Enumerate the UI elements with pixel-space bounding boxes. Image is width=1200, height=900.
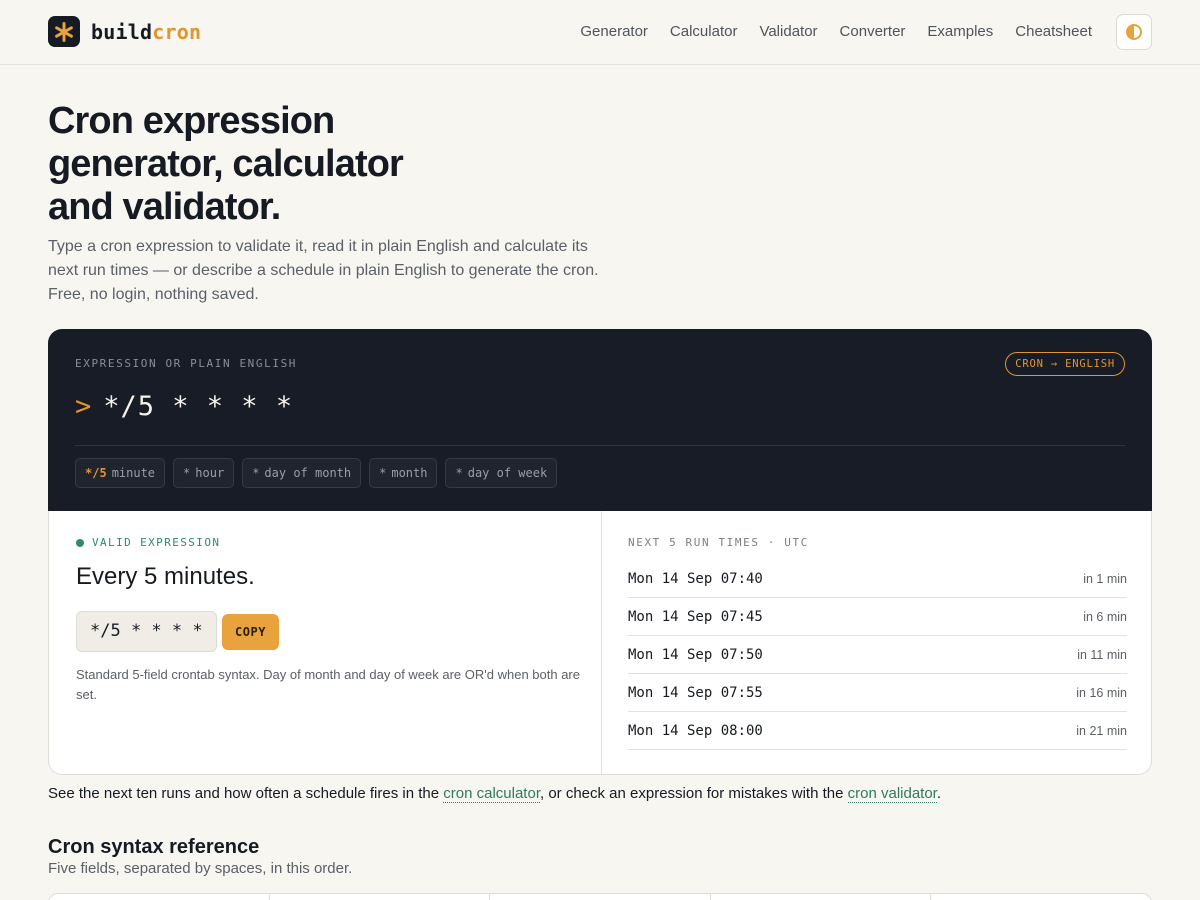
reference-cell	[49, 894, 270, 900]
see-also-after: .	[936, 785, 942, 802]
chip-name: hour	[195, 466, 225, 480]
chip-name: month	[391, 466, 428, 480]
run-time: Mon 14 Sep 07:55	[628, 684, 763, 701]
editor-label: EXPRESSION OR PLAIN ENGLISH	[75, 357, 298, 370]
chip-value: */5	[85, 466, 107, 480]
next-runs-label: NEXT 5 RUN TIMES · UTC	[628, 536, 809, 549]
cron-calculator-link[interactable]: cron calculator	[443, 785, 540, 803]
brand-name-part1: build	[91, 19, 153, 44]
run-relative: in 21 min	[1076, 723, 1127, 738]
chip-value: *	[455, 466, 463, 480]
run-relative: in 6 min	[1083, 609, 1127, 624]
top-bar: buildcron Generator Calculator Validator…	[0, 0, 1200, 65]
run-row: Mon 14 Sep 07:55 in 16 min	[628, 674, 1127, 712]
theme-toggle-button[interactable]	[1116, 14, 1152, 50]
field-chips: */5 minute * hour * day of month * month * da…	[75, 458, 565, 488]
mode-toggle-badge[interactable]: CRON → ENGLISH	[1005, 352, 1125, 376]
see-also-before: See the next ten runs and how often a sc…	[48, 785, 444, 802]
expression-input[interactable]: */5 * * * *	[103, 391, 293, 422]
chip-name: minute	[111, 466, 156, 480]
page-title: Cron expression generator, calculator an…	[48, 100, 404, 228]
nav-validator[interactable]: Validator	[759, 14, 817, 50]
status-text: VALID EXPRESSION	[92, 536, 221, 549]
half-circle-icon	[1126, 24, 1142, 40]
see-also-text: See the next ten runs and how often a sc…	[48, 785, 941, 803]
editor-divider	[75, 445, 1125, 446]
run-row: Mon 14 Sep 07:45 in 6 min	[628, 598, 1127, 636]
run-time: Mon 14 Sep 07:50	[628, 646, 763, 663]
prompt-glyph: >	[75, 391, 92, 422]
run-relative: in 11 min	[1077, 647, 1127, 662]
main-nav: Generator Calculator Validator Converter…	[558, 14, 1152, 50]
reference-subtitle: Five fields, separated by spaces, in thi…	[48, 860, 353, 877]
syntax-reference-table	[48, 893, 1152, 900]
field-chip-day-of-week: * day of week	[445, 458, 558, 488]
chip-name: day of month	[264, 466, 352, 480]
nav-examples[interactable]: Examples	[927, 14, 993, 50]
nav-cheatsheet[interactable]: Cheatsheet	[1015, 14, 1092, 50]
syntax-note: Standard 5-field crontab syntax. Day of …	[76, 667, 580, 702]
result-panel: VALID EXPRESSION Every 5 minutes. */5 * …	[48, 511, 1152, 775]
field-chip-month: * month	[369, 458, 438, 488]
asterisk-logo-icon	[48, 16, 80, 47]
reference-title: Cron syntax reference	[48, 836, 260, 858]
run-row: Mon 14 Sep 07:40 in 1 min	[628, 560, 1127, 598]
nav-generator[interactable]: Generator	[580, 14, 648, 50]
brand-name-part2: cron	[152, 19, 202, 44]
field-chip-minute: */5 minute	[75, 458, 166, 488]
run-relative: in 16 min	[1076, 685, 1127, 700]
next-runs-list: Mon 14 Sep 07:40 in 1 min Mon 14 Sep 07:4…	[628, 560, 1127, 750]
chip-value: *	[183, 466, 191, 480]
plain-english-description: Every 5 minutes.	[76, 563, 255, 590]
run-time: Mon 14 Sep 08:00	[628, 722, 763, 739]
reference-cell	[490, 894, 711, 900]
field-chip-day-of-month: * day of month	[242, 458, 362, 488]
expression-input-row[interactable]: > */5 * * * *	[75, 391, 293, 422]
run-row: Mon 14 Sep 07:50 in 11 min	[628, 636, 1127, 674]
run-relative: in 1 min	[1083, 571, 1127, 586]
nav-converter[interactable]: Converter	[840, 14, 906, 50]
chip-value: *	[379, 466, 387, 480]
reference-cell	[711, 894, 932, 900]
logo[interactable]: buildcron	[48, 16, 201, 47]
reference-cell	[931, 894, 1151, 900]
page-subtitle: Type a cron expression to validate it, r…	[48, 238, 599, 303]
expression-display: */5 * * * *	[76, 611, 217, 652]
validity-status: VALID EXPRESSION	[76, 536, 220, 549]
brand-name: buildcron	[91, 20, 201, 44]
expression-editor: EXPRESSION OR PLAIN ENGLISH CRON → ENGLI…	[48, 329, 1152, 511]
nav-calculator[interactable]: Calculator	[670, 14, 738, 50]
cron-validator-link[interactable]: cron validator	[847, 785, 937, 803]
run-time: Mon 14 Sep 07:45	[628, 608, 763, 625]
column-divider	[601, 511, 602, 774]
run-time: Mon 14 Sep 07:40	[628, 570, 763, 587]
chip-value: *	[252, 466, 260, 480]
run-row: Mon 14 Sep 08:00 in 21 min	[628, 712, 1127, 750]
reference-cell	[270, 894, 491, 900]
field-chip-hour: * hour	[173, 458, 235, 488]
copy-button[interactable]: COPY	[222, 614, 279, 650]
see-also-middle: , or check an expression for mistakes wi…	[539, 785, 848, 802]
chip-name: day of week	[467, 466, 548, 480]
status-dot-icon	[76, 538, 84, 547]
